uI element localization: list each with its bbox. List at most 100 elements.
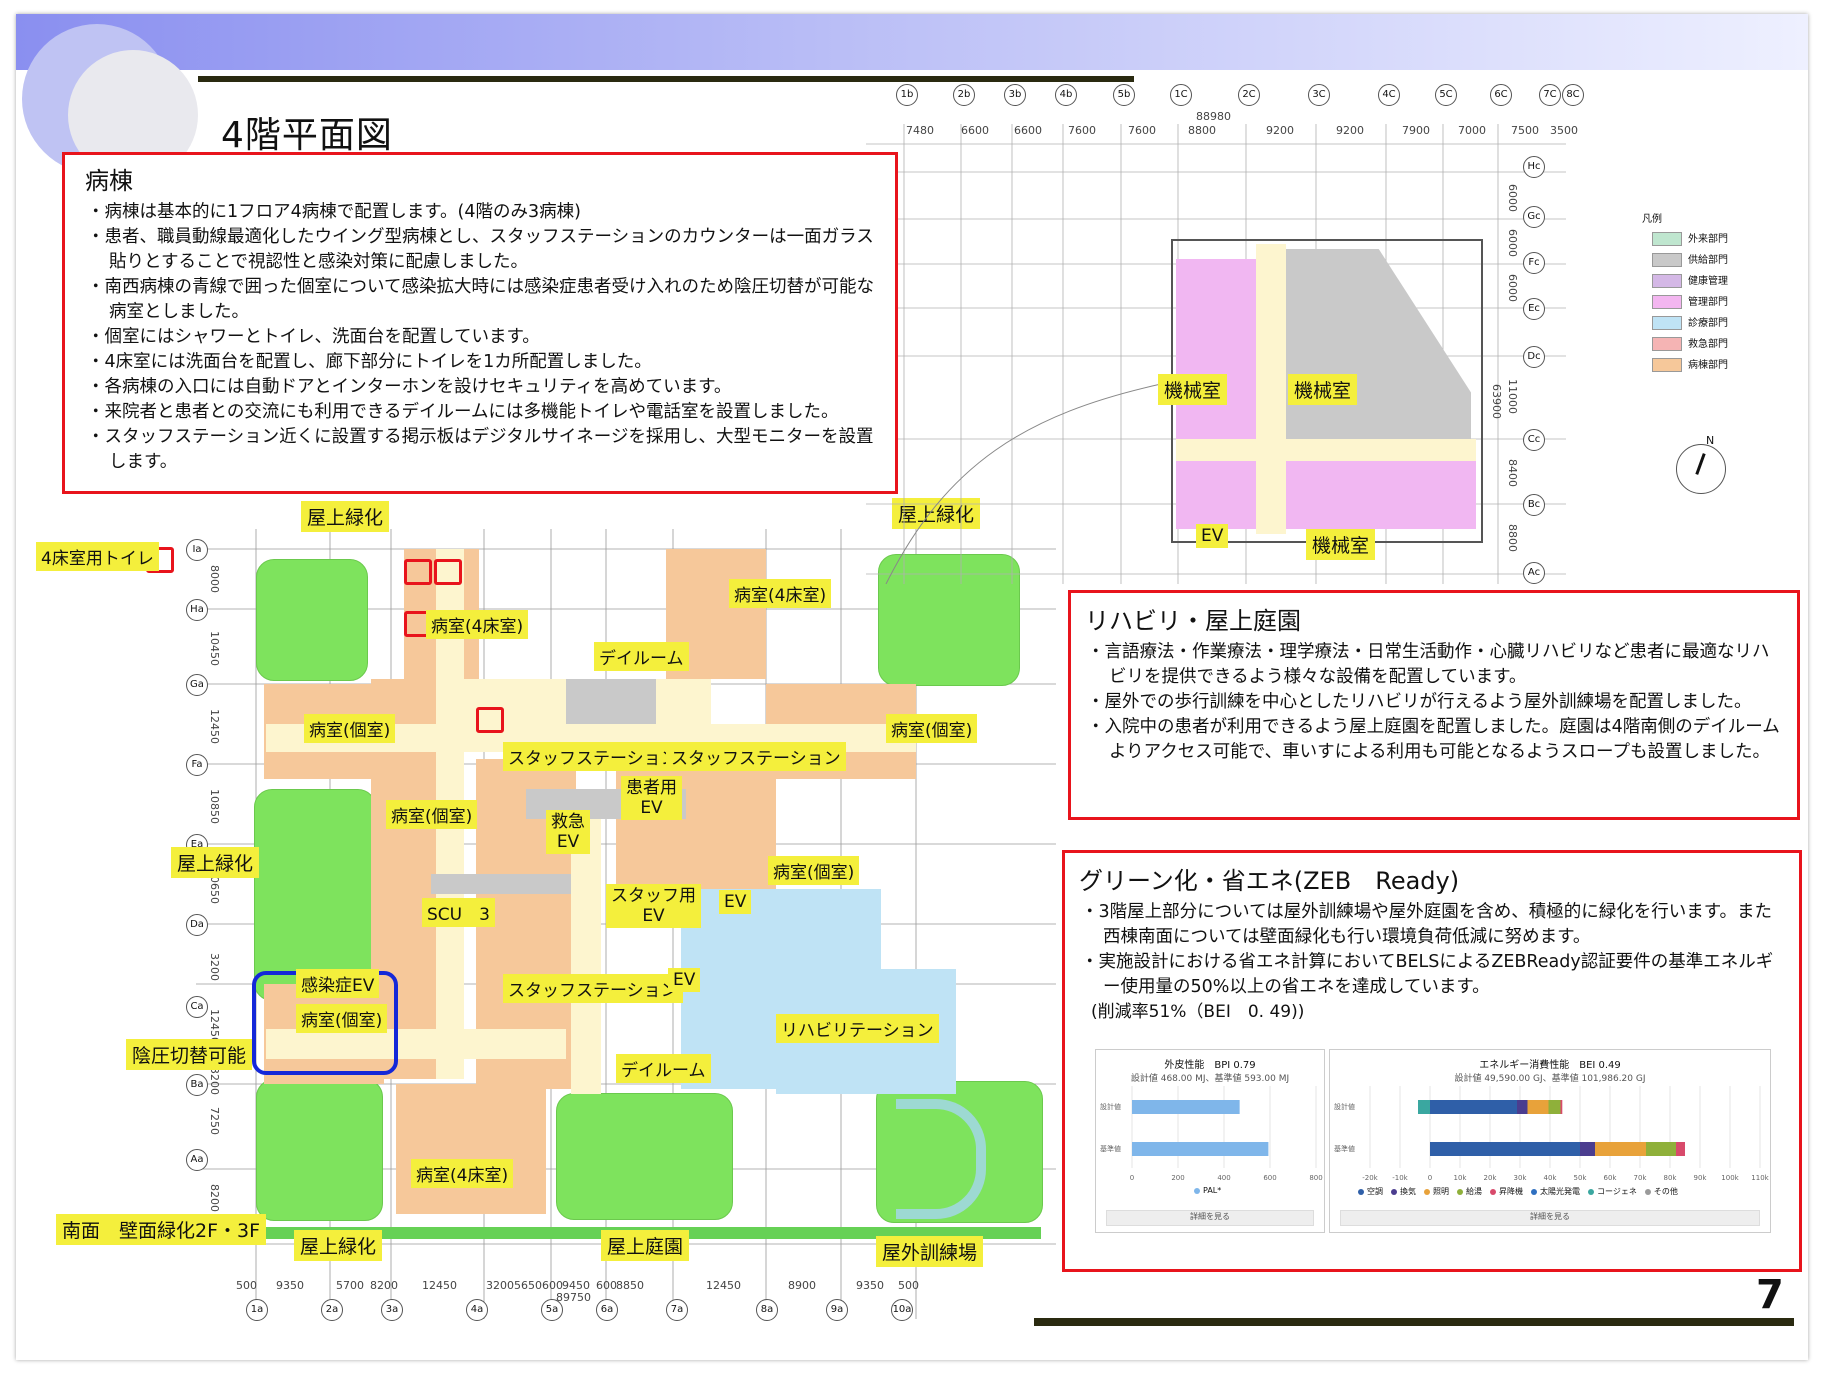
north-label: N (1706, 434, 1715, 447)
chart-tick-label: -20k (1362, 1174, 1378, 1182)
label-outdoor-training: 屋外訓練場 (876, 1236, 984, 1267)
north-arrow-icon (1676, 444, 1726, 494)
dimension-label: 7600 (1128, 124, 1156, 137)
legend-title: 凡例 (1642, 214, 1662, 225)
axis-marker: Fa (186, 754, 208, 776)
chart-energy-svg: -20k -10k 0 10k 20k 30k 40k 50k 60k 70k 80k 90k 100k… (1334, 1086, 1770, 1182)
axis-marker: Ec (1523, 298, 1545, 320)
rehab-info-item: 屋外での歩行訓練を中心としたリハビリが行えるよう屋外訓練場を配置しました。 (1085, 690, 1785, 715)
legend-item: 救急部門 (1652, 335, 1728, 351)
legend-item: 管理部門 (1652, 293, 1728, 309)
chart-bar (1132, 1142, 1269, 1156)
chart-title: 外皮性能 (1164, 1060, 1205, 1071)
dimension-total: 88980 (1196, 110, 1231, 123)
legend-item: 診療部門 (1652, 314, 1728, 330)
dimension-label: 12450 (706, 1279, 741, 1292)
legend-swatch (1652, 232, 1682, 246)
label-ward-4bed: 病室(4床室) (426, 610, 529, 639)
legend-item: 供給部門 (1652, 251, 1728, 267)
label-negative-pressure: 陰圧切替可能 (126, 1039, 253, 1070)
details-button[interactable]: 詳細を見る (1340, 1210, 1760, 1226)
legend-item: 外来部門 (1652, 230, 1728, 246)
chart-legend-label: 照明 (1433, 1187, 1449, 1196)
label-ward-private: 病室(個室) (304, 714, 396, 743)
axis-marker: 1b (896, 84, 918, 106)
dimension-label: 10450 (208, 631, 221, 666)
chart-bar-segment (1430, 1100, 1517, 1114)
green-info-box: グリーン化・省エネ(ZEB Ready) 3階屋上部分については屋外訓練場や屋外… (1062, 850, 1802, 1272)
chart-legend-swatch (1531, 1188, 1537, 1195)
chart-legend-swatch (1424, 1188, 1430, 1195)
label-rooftop-green: 屋上緑化 (301, 501, 390, 532)
chart-tick-label: 50k (1574, 1174, 1588, 1182)
axis-marker: 1C (1170, 84, 1192, 106)
dimension-label: 7500 (1511, 124, 1539, 137)
ward-block (396, 1084, 546, 1214)
chart-category-label: 設計値 (1100, 1102, 1121, 1111)
label-ward-private-infection: 病室(個室) (296, 1004, 388, 1033)
dimension-label: 8400 (1506, 459, 1519, 487)
green-info-list: 3階屋上部分については屋外訓練場や屋外庭園を含め、積極的に緑化を行います。また西… (1079, 900, 1787, 1000)
label-staff-ev: スタッフ用 EV (606, 884, 701, 928)
chart-legend-swatch (1358, 1188, 1364, 1195)
legend-label: 健康管理 (1688, 276, 1728, 287)
chart-legend-swatch (1457, 1188, 1463, 1195)
label-dayroom: デイルーム (594, 642, 689, 671)
dimension-label: 6000 (1506, 229, 1519, 257)
chart-tick-label: 60k (1604, 1174, 1618, 1182)
axis-marker: Bc (1523, 494, 1545, 516)
axis-marker: 6a (596, 1299, 618, 1321)
axis-marker: 3a (381, 1299, 403, 1321)
chart-legend-label: コージェネ (1597, 1187, 1637, 1196)
label-machine-room: 機械室 (1288, 374, 1358, 405)
rehab-info-item: 言語療法・作業療法・理学療法・日常生活動作・心臓リハビリなど患者に最適なリハビリ… (1085, 640, 1785, 690)
green-info-item: 実施設計における省エネ計算においてBELSによるZEBReady認証要件の基準エ… (1079, 950, 1787, 1000)
details-button[interactable]: 詳細を見る (1106, 1210, 1314, 1226)
label-staff-station: スタッフステーション (666, 742, 846, 771)
chart-category-label: 基準値 (1100, 1144, 1121, 1153)
page-title: 4階平面図 (221, 115, 393, 156)
chart-bar (1132, 1100, 1240, 1114)
chart-tick-label: 800 (1309, 1174, 1322, 1182)
label-ward-private: 病室(個室) (886, 714, 978, 743)
chart-bar-segment (1430, 1142, 1580, 1156)
ward-info-item: 患者、職員動線最適化したウイング型病棟とし、スタッフステーションのカウンターは一… (85, 225, 881, 275)
dimension-total: 89750 (556, 1291, 591, 1304)
chart-legend-swatch (1490, 1188, 1496, 1195)
dimension-label: 6600 (961, 124, 989, 137)
chart-envelope-svg: 0 200 400 600 800 設計値基準値 (1100, 1086, 1323, 1182)
chart-tick-label: 600 (1263, 1174, 1276, 1182)
label-emergency-ev: 救急 EV (546, 810, 590, 854)
label-ward-4bed: 病室(4床室) (729, 579, 832, 608)
dimension-label: 8850 (616, 1279, 644, 1292)
axis-marker: Dc (1523, 346, 1545, 368)
label-rooftop-green: 屋上緑化 (171, 847, 260, 878)
dimension-label: 11000 (1506, 379, 1519, 414)
chart-energy-performance: エネルギー消費性能 BEI 0.49 設計値 49,590.00 GJ、基準値 … (1329, 1049, 1771, 1233)
chart-tick-label: 0 (1428, 1174, 1432, 1182)
dimension-label: 5650 (514, 1279, 542, 1292)
chart-envelope-performance: 外皮性能 BPI 0.79 設計値 468.00 MJ、基準値 593.00 M… (1095, 1049, 1325, 1233)
label-ev-annex: EV (1196, 524, 1229, 548)
chart-tick-label: 20k (1484, 1174, 1498, 1182)
ward-info-item: 病棟は基本的に1フロア4病棟で配置します。(4階のみ3病棟) (85, 200, 881, 225)
axis-marker: Cc (1523, 429, 1545, 451)
chart-bar-segment (1676, 1142, 1685, 1156)
axis-marker: 8C (1562, 84, 1584, 106)
axis-marker: Fc (1523, 252, 1545, 274)
axis-marker: Da (186, 914, 208, 936)
axis-marker: 5C (1435, 84, 1457, 106)
axis-marker: 3b (1004, 84, 1026, 106)
legend-label: 管理部門 (1688, 297, 1728, 308)
chart-bar-segment (1580, 1142, 1595, 1156)
dimension-label: 9200 (1336, 124, 1364, 137)
legend-label: 外来部門 (1688, 234, 1728, 245)
ward-info-item: 来院者と患者との交流にも利用できるデイルームには多機能トイレや電話室を設置しまし… (85, 400, 881, 425)
annex-floor-plan: 1b 2b 3b 4b 5b 1C 2C 3C 4C 5C 6C 7C 8C 8… (866, 84, 1586, 584)
chart-legend-swatch (1644, 1188, 1651, 1195)
dimension-label: 7900 (1402, 124, 1430, 137)
rooftop-green-nw (256, 559, 368, 681)
slide: 4階平面図 Ia Ha Ga Fa Ea Da Ca Ba Aa 1a 2a 3… (16, 14, 1808, 1360)
label-ev: EV (719, 890, 752, 914)
chart-legend-label: 太陽光発電 (1540, 1187, 1580, 1196)
